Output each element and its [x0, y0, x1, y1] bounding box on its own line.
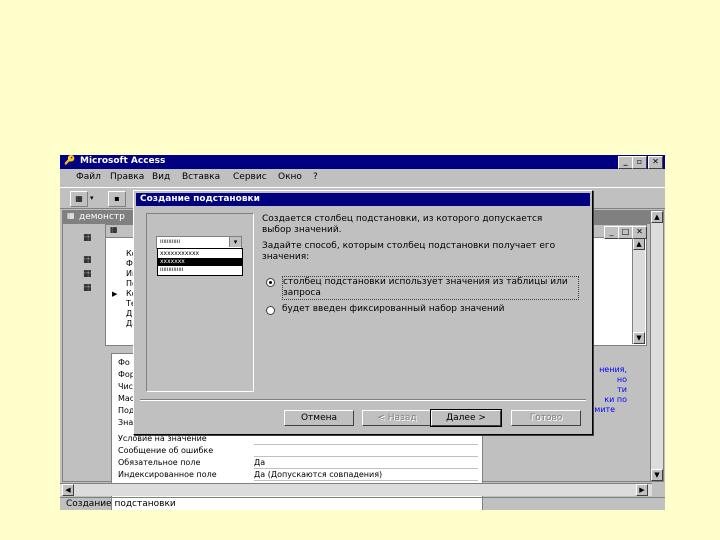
access-key-icon: 🔑	[64, 156, 76, 166]
preview-item-selected: xxxxxxx	[158, 258, 242, 266]
property-row[interactable]: Сообщение об ошибке	[118, 446, 478, 457]
scroll-down-icon[interactable]: ▼	[651, 469, 663, 481]
save-icon[interactable]: ▪	[108, 191, 126, 207]
menu-window[interactable]: Окно	[278, 172, 302, 182]
preview-item: ıııııııııııııı	[160, 266, 184, 273]
property-row[interactable]: Условие на значение	[118, 434, 478, 445]
status-bar: Создание подстановки	[60, 497, 665, 510]
design-vertical-scrollbar[interactable]: ▲ ▼	[632, 238, 645, 344]
menu-insert[interactable]: Вставка	[182, 172, 220, 182]
horizontal-scrollbar[interactable]: ◀ ▶	[60, 483, 652, 496]
dialog-title: Создание подстановки	[140, 194, 260, 204]
scroll-down-icon[interactable]: ▼	[633, 332, 645, 344]
scroll-right-icon[interactable]: ▶	[636, 484, 648, 496]
menu-bar: Файл Правка Вид Вставка Сервис Окно ?	[60, 170, 665, 186]
option-fixed-values-radio[interactable]	[266, 306, 275, 315]
table-view-icon[interactable]: ▦	[70, 191, 88, 207]
option1-line: запроса	[283, 288, 321, 298]
table-row[interactable]: Д	[126, 309, 132, 319]
menu-tools[interactable]: Сервис	[233, 172, 267, 182]
menu-edit[interactable]: Правка	[110, 172, 144, 182]
title-bar: 🔑 Microsoft Access _ ▫ ✕	[60, 155, 665, 169]
option-fixed-values-label[interactable]: будет введен фиксированный набор значени…	[282, 304, 602, 315]
intro-line: Создается столбец подстановки, из которо…	[262, 214, 543, 224]
database-title: демонстр	[79, 212, 125, 222]
menu-help[interactable]: ?	[313, 172, 318, 182]
finish-button[interactable]: Готово	[511, 410, 581, 426]
back-button[interactable]: < Назад	[362, 410, 432, 426]
restore-button[interactable]: ▫	[632, 156, 647, 169]
intro-line: выбор значений.	[262, 225, 342, 235]
table-icon: ▦	[83, 269, 92, 279]
option-table-query-radio[interactable]	[266, 278, 275, 287]
scroll-up-icon[interactable]: ▲	[651, 211, 663, 223]
lookup-wizard-dialog: Создание подстановки ıııııııııııı ▾ xxxx…	[133, 190, 593, 435]
inner-minimize-button[interactable]: _	[604, 226, 619, 239]
preview-item: xxxxxxxxxxx	[160, 250, 200, 257]
close-button[interactable]: ✕	[648, 156, 663, 169]
menu-file[interactable]: Файл	[76, 172, 101, 182]
dropdown-arrow-icon[interactable]: ▾	[90, 194, 94, 202]
table-icon: ▦	[83, 283, 92, 293]
preview-item-selected-text: xxxxxxx	[160, 258, 185, 265]
inner-maximize-button[interactable]: □	[618, 226, 633, 239]
row-selector-icon: ▶	[112, 290, 118, 298]
preview-combo-text: ıııııııııııı	[160, 238, 181, 245]
inner-close-button[interactable]: ✕	[632, 226, 647, 239]
scroll-up-icon[interactable]: ▲	[633, 238, 645, 250]
property-row[interactable]: Обязательное поле Да	[118, 458, 478, 469]
scroll-left-icon[interactable]: ◀	[62, 484, 74, 496]
table-icon: ▦	[67, 211, 75, 220]
app-title: Microsoft Access	[80, 156, 166, 166]
question-text: Задайте способ, которым столбец подстано…	[262, 241, 582, 263]
intro-text: Создается столбец подстановки, из которо…	[262, 214, 582, 236]
status-text: Создание подстановки	[66, 499, 176, 509]
table-icon: ▦	[83, 255, 92, 265]
question-line: Задайте способ, которым столбец подстано…	[262, 241, 556, 251]
preview-dropdown-list: xxxxxxxxxxx xxxxxxx ıııııııııııııı	[157, 248, 243, 276]
property-row[interactable]: Индексированное поле Да (Допускаются совп…	[118, 470, 478, 481]
menu-view[interactable]: Вид	[152, 172, 170, 182]
main-vertical-scrollbar[interactable]: ▲ ▼	[650, 211, 663, 481]
cancel-button[interactable]: Отмена	[284, 410, 354, 426]
option1-line: столбец подстановки использует значения …	[283, 277, 568, 287]
minimize-button[interactable]: _	[618, 156, 633, 169]
next-button[interactable]: Далее >	[430, 409, 502, 427]
table-icon: ▦	[83, 233, 92, 243]
combo-arrow-icon: ▾	[229, 237, 241, 247]
question-line: значения:	[262, 252, 310, 262]
key-icon: ▦	[110, 225, 118, 234]
dialog-divider	[140, 399, 586, 401]
option-table-query-label[interactable]: столбец подстановки использует значения …	[282, 276, 579, 300]
dialog-title-bar: Создание подстановки	[136, 193, 590, 206]
